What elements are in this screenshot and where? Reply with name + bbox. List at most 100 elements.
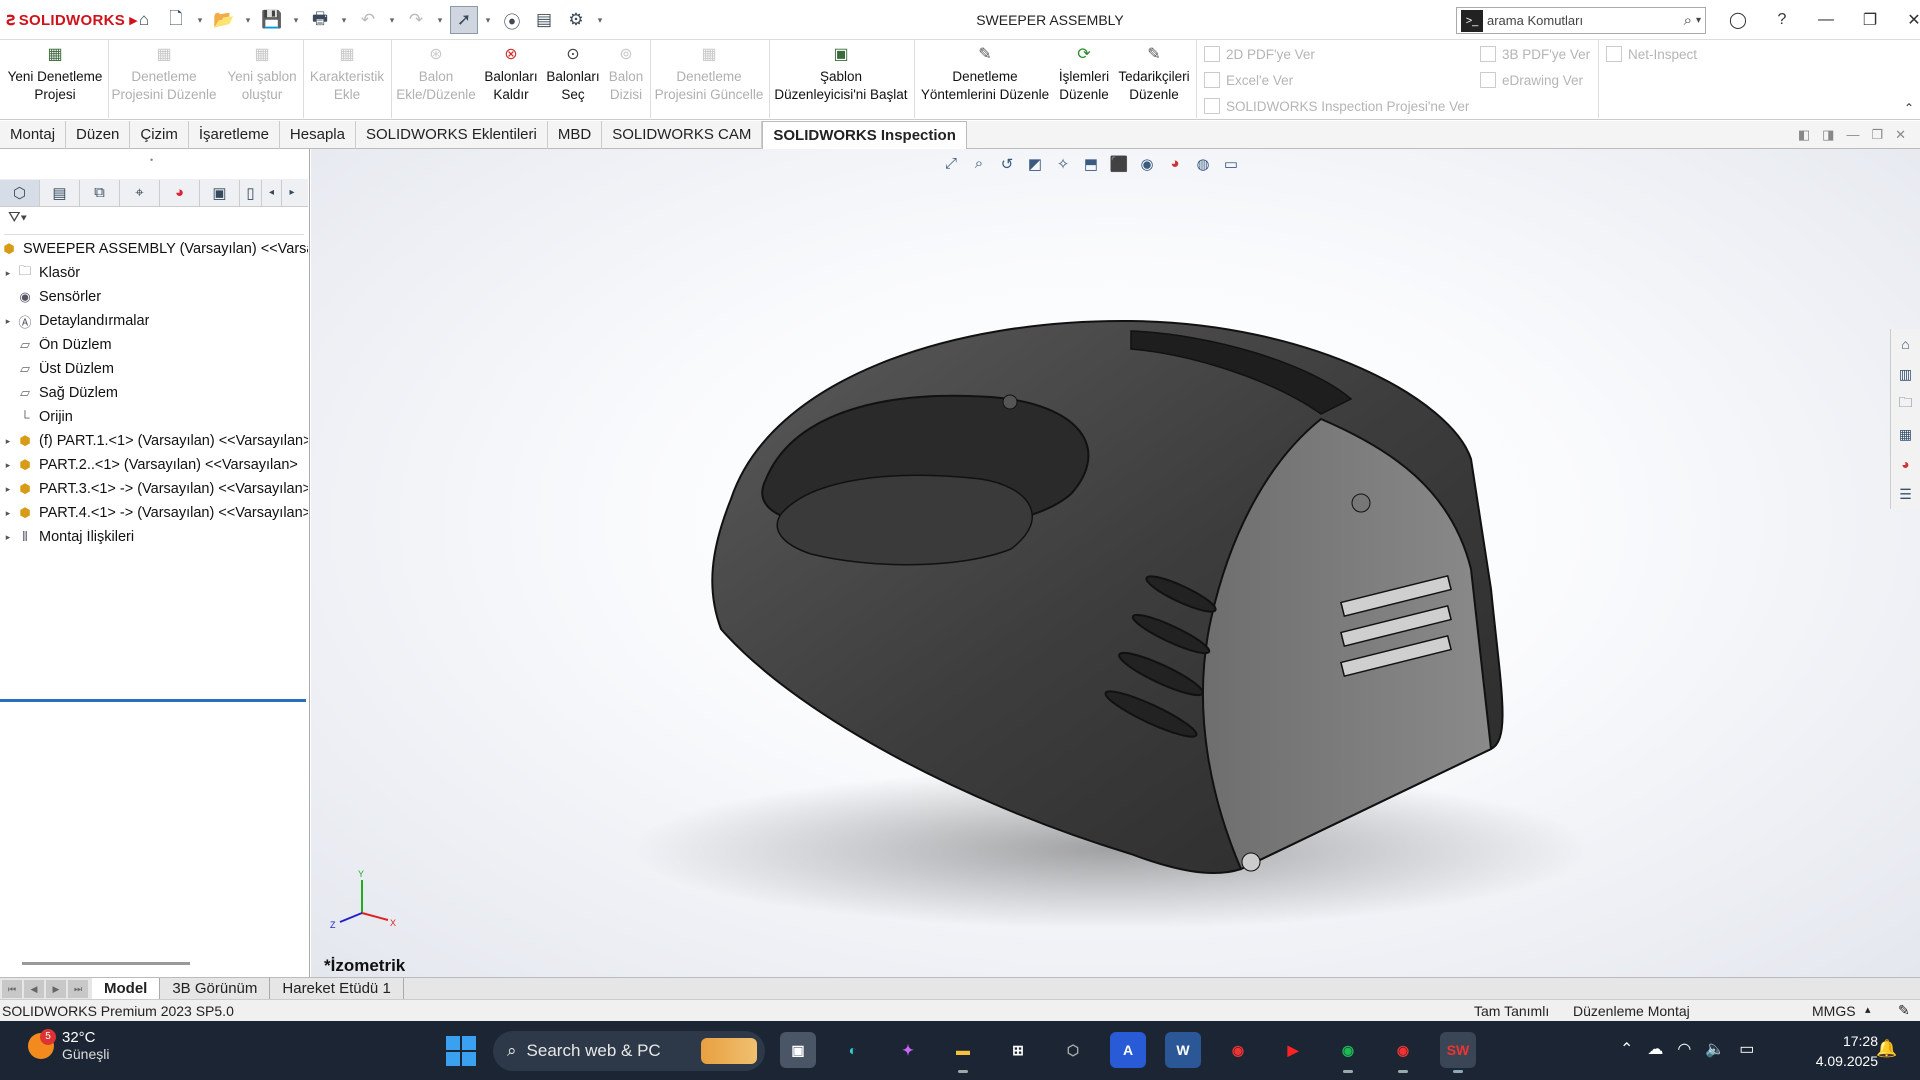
first-tab-icon[interactable]: ⏮: [2, 979, 22, 998]
solidworks-logo[interactable]: ꙅ SOLIDWORKS ▸: [6, 9, 137, 30]
apply-scene-icon[interactable]: ◍: [1192, 155, 1214, 173]
search-icon[interactable]: ⌕: [1684, 12, 1692, 29]
export-excel-button[interactable]: Excel'e Ver: [1204, 72, 1293, 88]
tree-item-montaj-iliskileri[interactable]: ▸ ⫴ Montaj İlişkileri: [0, 525, 308, 549]
add-edit-balloon-button[interactable]: ⊛ Balon Ekle/Düzenle: [393, 44, 479, 104]
tab-model[interactable]: Model: [92, 977, 161, 1000]
display-manager-tab-icon[interactable]: ◕: [160, 179, 200, 206]
solidworks-resources-icon[interactable]: ⌂: [1891, 332, 1920, 356]
tab-3d-view[interactable]: 3B Görünüm: [160, 977, 271, 1000]
cam-tab-icon[interactable]: ▣: [200, 179, 240, 206]
select-balloons-button[interactable]: ⊙ Balonları Seç: [543, 44, 603, 104]
chevron-up-icon[interactable]: ⌃: [1620, 1039, 1633, 1059]
copilot-icon[interactable]: ✦: [890, 1032, 926, 1068]
dimxpert-tab-icon[interactable]: ⌖: [120, 179, 160, 206]
previous-view-icon[interactable]: ↺: [996, 155, 1018, 173]
add-characteristic-button[interactable]: ▦ Karakteristik Ekle: [305, 44, 389, 104]
undo-icon[interactable]: ↶: [354, 6, 382, 34]
chevron-down-icon[interactable]: ▾: [290, 6, 302, 34]
design-library-icon[interactable]: ▥: [1891, 362, 1920, 386]
open-folder-icon[interactable]: 📂: [210, 6, 238, 34]
tab-mbd[interactable]: MBD: [548, 121, 603, 149]
property-manager-tab-icon[interactable]: ▤: [40, 179, 80, 206]
wifi-icon[interactable]: ◠: [1677, 1039, 1691, 1059]
tab-isaretleme[interactable]: İşaretleme: [189, 121, 280, 149]
user-account-icon[interactable]: ◯: [1716, 6, 1760, 34]
youtube-icon[interactable]: ▶: [1275, 1032, 1311, 1068]
solidworks-taskbar-icon[interactable]: SW: [1440, 1032, 1476, 1073]
command-search-input[interactable]: >_ arama Komutları ⌕ ▾: [1456, 7, 1706, 34]
scroll-right-icon[interactable]: ▸: [282, 180, 302, 206]
chevron-down-icon[interactable]: ▾: [1696, 15, 1701, 26]
tree-item-part3[interactable]: ▸ ⬢ PART.3.<1> -> (Varsayılan) <<Varsayıla…: [0, 477, 308, 501]
save-icon[interactable]: 💾: [258, 6, 286, 34]
balloon-pattern-button[interactable]: ⊚ Balon Dizisi: [603, 44, 649, 104]
launch-template-editor-button[interactable]: ▣ Şablon Düzenleyicisi'ni Başlat: [771, 44, 911, 104]
zoom-to-fit-icon[interactable]: ⤢: [940, 155, 962, 173]
tree-item-part2[interactable]: ▸ ⬢ PART.2..<1> (Varsayılan) <<Varsayılan>: [0, 453, 308, 477]
restore-button[interactable]: ❐: [1848, 6, 1892, 34]
app-launcher-icon[interactable]: ⬡: [1055, 1032, 1091, 1068]
create-template-button[interactable]: ▦ Yeni şablon oluştur: [222, 44, 302, 104]
redo-icon[interactable]: ↷: [402, 6, 430, 34]
tree-item-ust-duzlem[interactable]: ▱ Üst Düzlem: [0, 357, 308, 381]
battery-icon[interactable]: ▭: [1739, 1039, 1754, 1059]
tab-solidworks-cam[interactable]: SOLIDWORKS CAM: [602, 121, 763, 149]
configuration-manager-tab-icon[interactable]: ⧉: [80, 179, 120, 206]
panel-grip-icon[interactable]: •: [150, 155, 153, 165]
print-icon[interactable]: 🖶: [306, 6, 334, 34]
dynamic-annotation-icon[interactable]: ✧: [1052, 155, 1074, 173]
zoom-to-area-icon[interactable]: ⌕: [968, 155, 990, 173]
chevron-down-icon[interactable]: ▾: [482, 6, 494, 34]
last-tab-icon[interactable]: ⏭: [68, 979, 88, 998]
select-pointer-icon[interactable]: ➚: [450, 6, 478, 34]
expand-arrow-icon[interactable]: ▸: [0, 532, 16, 543]
custom-properties-icon[interactable]: ☰: [1891, 482, 1920, 506]
volume-icon[interactable]: 🔈: [1705, 1039, 1725, 1059]
chevron-down-icon[interactable]: ▾: [594, 6, 606, 34]
rebuild-icon[interactable]: ✎: [1898, 1002, 1910, 1019]
tree-root-assembly[interactable]: ⬢ SWEEPER ASSEMBLY (Varsayılan) <<Varsayı…: [0, 237, 308, 261]
edit-inspection-project-button[interactable]: ▦ Denetleme Projesini Düzenle: [110, 44, 218, 104]
chevron-up-icon[interactable]: ▴: [1865, 1003, 1871, 1016]
tree-item-sag-duzlem[interactable]: ▱ Sağ Düzlem: [0, 381, 308, 405]
file-explorer-icon[interactable]: 🗀: [1891, 392, 1920, 416]
task-view-icon[interactable]: ▣: [780, 1032, 816, 1068]
file-explorer-icon[interactable]: ▬: [945, 1032, 981, 1073]
new-file-icon[interactable]: 🗋: [162, 6, 190, 34]
sweeper-model[interactable]: [311, 149, 1920, 977]
graphics-area[interactable]: ⌂ ▥ 🗀 ▦ ◕ ☰: [311, 149, 1920, 977]
expand-arrow-icon[interactable]: ▸: [0, 436, 16, 447]
tab-motion-study[interactable]: Hareket Etüdü 1: [270, 977, 404, 1000]
chevron-down-icon[interactable]: ▾: [386, 6, 398, 34]
export-inspection-project-button[interactable]: SOLIDWORKS Inspection Projesi'ne Ver: [1204, 98, 1469, 114]
minimize-button[interactable]: —: [1804, 6, 1848, 34]
spotify-icon[interactable]: ◉: [1330, 1032, 1366, 1073]
edge-icon[interactable]: ◐: [835, 1032, 871, 1068]
tab-hesapla[interactable]: Hesapla: [280, 121, 356, 149]
start-button[interactable]: [446, 1036, 476, 1066]
remove-balloons-button[interactable]: ⊗ Balonları Kaldır: [481, 44, 541, 104]
update-inspection-project-button[interactable]: ▦ Denetleme Projesini Güncelle: [652, 44, 766, 104]
system-clock[interactable]: 17:28 4.09.2025: [1798, 1031, 1878, 1071]
rollback-bar[interactable]: [0, 699, 306, 702]
tab-cizim[interactable]: Çizim: [130, 121, 189, 149]
taskbar-search[interactable]: ⌕ Search web & PC: [493, 1031, 765, 1071]
appearances-icon[interactable]: ◕: [1891, 452, 1920, 476]
tile-left-icon[interactable]: ◧: [1798, 127, 1810, 143]
home-icon[interactable]: ⌂: [130, 6, 158, 34]
edit-operations-button[interactable]: ⟳ İşlemleri Düzenle: [1054, 44, 1114, 104]
close-document-icon[interactable]: ✕: [1895, 127, 1906, 143]
traffic-light-icon[interactable]: ⦿: [498, 6, 526, 34]
net-inspect-button[interactable]: Net-Inspect: [1606, 46, 1697, 62]
edit-appearance-icon[interactable]: ◕: [1164, 155, 1186, 173]
tree-item-klasor[interactable]: ▸ 🗀 Klasör: [0, 261, 308, 285]
close-button[interactable]: ✕: [1892, 6, 1920, 34]
tab-solidworks-inspection[interactable]: SOLIDWORKS Inspection: [762, 121, 967, 149]
view-orientation-icon[interactable]: ⬒: [1080, 155, 1102, 173]
tree-item-orijin[interactable]: └ Orijin: [0, 405, 308, 429]
section-view-icon[interactable]: ◩: [1024, 155, 1046, 173]
chevron-down-icon[interactable]: ▾: [338, 6, 350, 34]
export-edrawing-button[interactable]: eDrawing Ver: [1480, 72, 1583, 88]
edit-inspection-methods-button[interactable]: ✎ Denetleme Yöntemlerini Düzenle: [916, 44, 1054, 104]
